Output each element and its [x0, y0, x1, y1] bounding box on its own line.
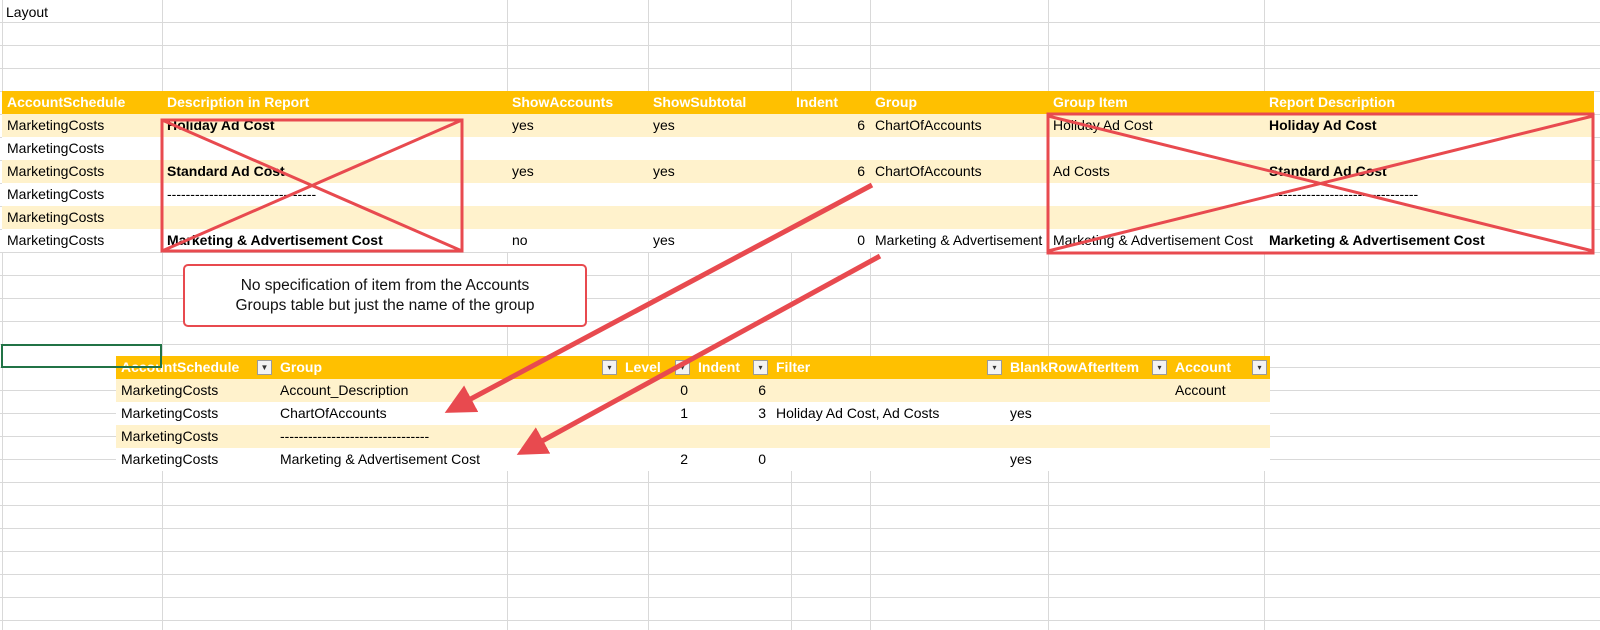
table-cell[interactable]: yes: [648, 114, 791, 137]
column-header[interactable]: BlankRowAfterItem: [1005, 356, 1170, 379]
table-cell[interactable]: [1170, 402, 1270, 425]
table-cell[interactable]: MarketingCosts: [2, 137, 162, 160]
table-cell[interactable]: --------------------------------: [275, 425, 620, 448]
table-cell[interactable]: [162, 137, 507, 160]
table-cell[interactable]: 3: [693, 402, 771, 425]
dropdown-arrow-icon[interactable]: ▾: [753, 360, 768, 375]
table-cell[interactable]: [771, 448, 1005, 471]
table-cell[interactable]: [1005, 425, 1170, 448]
table-cell[interactable]: [1048, 206, 1264, 229]
table-cell[interactable]: 6: [693, 379, 771, 402]
table-cell[interactable]: --------------------------------: [1264, 183, 1594, 206]
table-cell[interactable]: Holiday Ad Cost: [162, 114, 507, 137]
table-cell[interactable]: [771, 379, 1005, 402]
table-cell[interactable]: ChartOfAccounts: [870, 114, 1048, 137]
table-cell[interactable]: MarketingCosts: [2, 229, 162, 252]
table-cell[interactable]: [648, 206, 791, 229]
table-cell[interactable]: Marketing & Advertisement Cost: [1048, 229, 1264, 252]
table-cell[interactable]: Standard Ad Cost: [162, 160, 507, 183]
table-cell[interactable]: [693, 425, 771, 448]
column-header[interactable]: ShowAccounts: [507, 91, 648, 114]
table-cell[interactable]: --------------------------------: [162, 183, 507, 206]
table-cell[interactable]: no: [507, 229, 648, 252]
table-cell[interactable]: [791, 137, 870, 160]
table-cell[interactable]: Account_Description: [275, 379, 620, 402]
table-cell[interactable]: MarketingCosts: [116, 425, 275, 448]
table-cell[interactable]: [1005, 379, 1170, 402]
table-cell[interactable]: yes: [648, 160, 791, 183]
column-header[interactable]: Description in Report: [162, 91, 507, 114]
table-cell[interactable]: MarketingCosts: [116, 379, 275, 402]
selected-cell[interactable]: [1, 344, 162, 368]
table-cell[interactable]: [1048, 183, 1264, 206]
table-cell[interactable]: yes: [507, 114, 648, 137]
table-cell[interactable]: 6: [791, 160, 870, 183]
dropdown-arrow-icon[interactable]: ▾: [602, 360, 617, 375]
table-cell[interactable]: MarketingCosts: [2, 114, 162, 137]
table-cell[interactable]: [620, 425, 693, 448]
column-header[interactable]: AccountSchedule: [2, 91, 162, 114]
sheet-label: Layout: [6, 4, 49, 20]
table-cell[interactable]: Holiday Ad Cost, Ad Costs: [771, 402, 1005, 425]
table-cell[interactable]: [791, 206, 870, 229]
column-header[interactable]: Group: [275, 356, 620, 379]
column-header[interactable]: Report Description: [1264, 91, 1594, 114]
table-cell[interactable]: ChartOfAccounts: [870, 160, 1048, 183]
table-cell[interactable]: [791, 183, 870, 206]
table-cell[interactable]: Holiday Ad Cost: [1048, 114, 1264, 137]
dropdown-arrow-icon[interactable]: ▾: [987, 360, 1002, 375]
table-cell[interactable]: Ad Costs: [1048, 160, 1264, 183]
callout-line-2: Groups table but just the name of the gr…: [235, 297, 535, 314]
table-cell[interactable]: MarketingCosts: [2, 183, 162, 206]
table-cell[interactable]: [870, 137, 1048, 160]
table-cell[interactable]: yes: [1005, 402, 1170, 425]
table-cell[interactable]: [1048, 137, 1264, 160]
table-cell[interactable]: 0: [693, 448, 771, 471]
table-cell[interactable]: [507, 206, 648, 229]
table-cell[interactable]: yes: [1005, 448, 1170, 471]
column-header[interactable]: Group Item: [1048, 91, 1264, 114]
table-cell[interactable]: yes: [648, 229, 791, 252]
table-cell[interactable]: Marketing & Advertisement Cost: [870, 229, 1048, 252]
table-cell[interactable]: Standard Ad Cost: [1264, 160, 1594, 183]
table-cell[interactable]: [507, 137, 648, 160]
column-header[interactable]: ShowSubtotal: [648, 91, 791, 114]
dropdown-arrow-icon[interactable]: ▾: [1152, 360, 1167, 375]
column-header[interactable]: Filter: [771, 356, 1005, 379]
table-cell[interactable]: [771, 425, 1005, 448]
table-cell[interactable]: [648, 183, 791, 206]
table-cell[interactable]: [648, 137, 791, 160]
table-cell[interactable]: 1: [620, 402, 693, 425]
table-cell[interactable]: [870, 183, 1048, 206]
callout-line-1: No specification of item from the Accoun…: [240, 277, 530, 294]
table-cell[interactable]: Account: [1170, 379, 1270, 402]
table-cell[interactable]: [1170, 448, 1270, 471]
table-cell[interactable]: [1170, 425, 1270, 448]
annotation-callout: No specification of item from the Accoun…: [183, 264, 587, 327]
table-cell[interactable]: ChartOfAccounts: [275, 402, 620, 425]
table-cell[interactable]: 0: [620, 379, 693, 402]
column-header[interactable]: Indent: [791, 91, 870, 114]
table-cell[interactable]: [870, 206, 1048, 229]
table-cell[interactable]: [1264, 206, 1594, 229]
filter-applied-icon[interactable]: ▼: [257, 360, 272, 375]
table-cell[interactable]: Marketing & Advertisement Cost: [1264, 229, 1594, 252]
dropdown-arrow-icon[interactable]: ▾: [675, 360, 690, 375]
table-cell[interactable]: Marketing & Advertisement Cost: [162, 229, 507, 252]
table-cell[interactable]: 6: [791, 114, 870, 137]
table-cell[interactable]: MarketingCosts: [2, 160, 162, 183]
table-cell[interactable]: MarketingCosts: [116, 402, 275, 425]
table-cell[interactable]: [1264, 137, 1594, 160]
table-cell[interactable]: yes: [507, 160, 648, 183]
table-cell[interactable]: Holiday Ad Cost: [1264, 114, 1594, 137]
table-cell[interactable]: [162, 206, 507, 229]
table-cell[interactable]: MarketingCosts: [2, 206, 162, 229]
table-cell[interactable]: Marketing & Advertisement Cost: [275, 448, 620, 471]
dropdown-arrow-icon[interactable]: ▾: [1252, 360, 1267, 375]
table-cell[interactable]: 2: [620, 448, 693, 471]
table-cell[interactable]: 0: [791, 229, 870, 252]
column-header[interactable]: Group: [870, 91, 1048, 114]
table-cell[interactable]: [507, 183, 648, 206]
table-cell[interactable]: MarketingCosts: [116, 448, 275, 471]
